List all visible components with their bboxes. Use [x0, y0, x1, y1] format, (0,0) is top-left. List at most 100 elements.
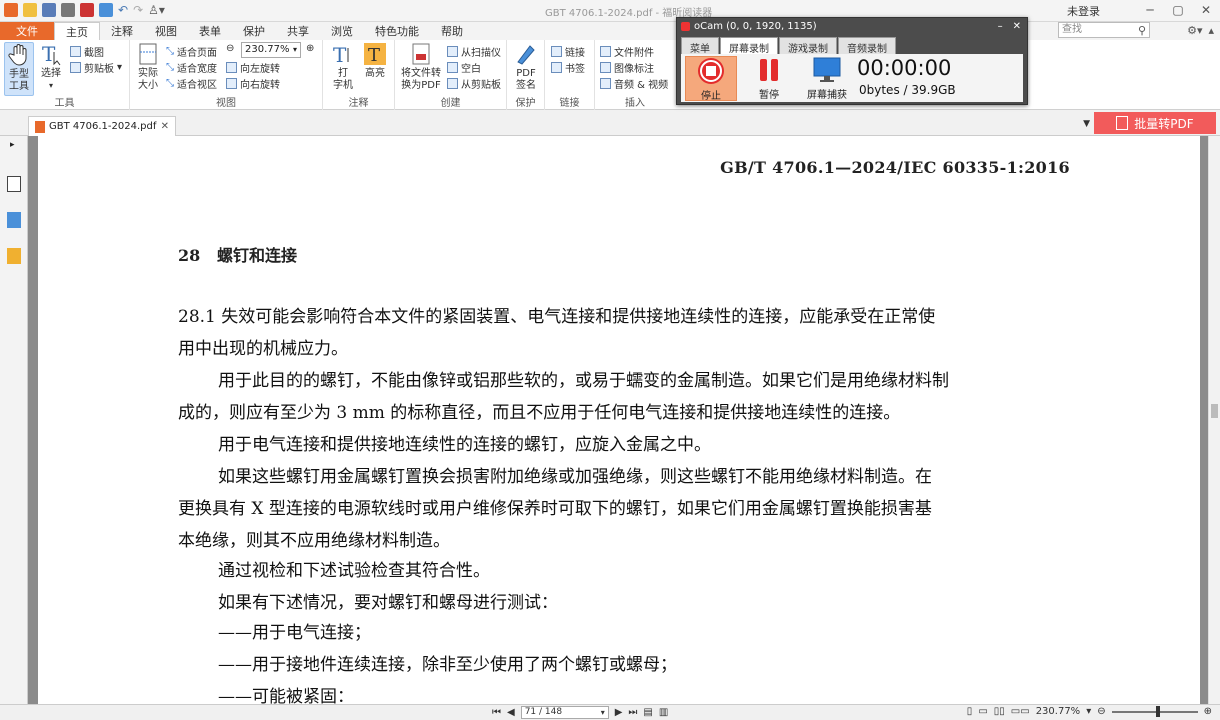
fit-page-icon: ⤡	[166, 46, 174, 57]
zoom-dropdown-icon[interactable]: ▾	[1086, 706, 1091, 717]
actual-size-button[interactable]: 实际 大小	[134, 42, 162, 92]
tab-form[interactable]: 表单	[188, 22, 232, 40]
batch-convert-pdf-button[interactable]: 批量转PDF	[1094, 112, 1216, 134]
quick-access-toolbar: ↶ ↷ ♙▾	[4, 3, 165, 17]
comments-icon[interactable]	[7, 248, 21, 264]
document-tab[interactable]: GBT 4706.1-2024.pdf ✕	[28, 116, 176, 136]
from-clipboard-button[interactable]: 从剪贴板	[447, 76, 501, 91]
file-attachment-button[interactable]: 文件附件	[600, 44, 654, 59]
fit-page-button[interactable]: ⤡ 适合页面	[166, 44, 217, 59]
last-page-icon[interactable]: ⏭	[628, 707, 637, 718]
open-folder-icon[interactable]	[23, 3, 37, 17]
close-icon[interactable]: ✕	[1192, 0, 1220, 20]
two-continuous-icon[interactable]: ▭▭	[1011, 706, 1030, 717]
pause-button[interactable]: 暂停	[743, 56, 795, 101]
new-window-icon[interactable]	[99, 3, 113, 17]
zoom-input[interactable]: 230.77% ▾	[241, 42, 301, 58]
first-page-icon[interactable]: ⏮	[492, 707, 501, 718]
app-logo-icon[interactable]	[4, 3, 18, 17]
page-thumbnail-icon[interactable]	[7, 176, 21, 192]
facing-view-icon[interactable]: ▥	[659, 707, 668, 718]
ribbon-collapse-icon[interactable]: ▴	[1208, 24, 1214, 37]
link-button[interactable]: 链接	[551, 44, 585, 59]
print-icon[interactable]	[61, 3, 75, 17]
camera-icon	[70, 46, 81, 57]
tab-share[interactable]: 共享	[276, 22, 320, 40]
fit-width-button[interactable]: ⤡ 适合宽度	[166, 60, 217, 75]
page-navigation: ⏮ ◀ 71 / 148 ▶ ⏭ ▤ ▥	[492, 706, 668, 719]
login-button[interactable]: 未登录	[1059, 2, 1108, 20]
pdf-icon[interactable]	[80, 3, 94, 17]
body-line-1: 28.1 失效可能会影响符合本文件的紧固装置、电气连接和提供接地连续性的连接，应…	[178, 307, 936, 327]
undo-icon[interactable]: ↶	[118, 3, 128, 17]
search-icon[interactable]: ⚲	[1138, 24, 1146, 37]
audio-video-label: 音频 & 视频	[614, 80, 669, 91]
from-scanner-button[interactable]: 从扫描仪	[447, 44, 501, 59]
typewriter-button[interactable]: T 打 字机	[329, 42, 357, 92]
ocam-close-icon[interactable]: ✕	[1013, 21, 1021, 32]
clipboard-button[interactable]: 剪贴板 ▾	[70, 60, 122, 75]
rotate-right-button[interactable]: 向右旋转	[226, 76, 280, 91]
settings-icon[interactable]: ⚙▾	[1187, 24, 1202, 37]
tab-features[interactable]: 特色功能	[364, 22, 430, 40]
ocam-minimize-icon[interactable]: –	[998, 21, 1003, 32]
body-line-11: ——用于电气连接；	[218, 623, 371, 643]
from-clipboard-label: 从剪贴板	[461, 80, 501, 91]
left-sidebar: ▸	[0, 136, 28, 704]
image-annotation-button[interactable]: 图像标注	[600, 60, 654, 75]
screen-capture-button[interactable]: 屏幕捕获	[801, 56, 853, 101]
hand-tool-button[interactable]: 手型 工具	[4, 42, 34, 96]
search-input[interactable]: 查找	[1058, 22, 1150, 38]
status-zoom-value: 230.77%	[1035, 706, 1081, 717]
stop-button[interactable]: 停止	[685, 56, 737, 102]
tab-view[interactable]: 视图	[144, 22, 188, 40]
tab-help[interactable]: 帮助	[430, 22, 474, 40]
next-page-icon[interactable]: ▶	[615, 707, 623, 718]
continuous-view-icon[interactable]: ▤	[643, 707, 652, 718]
tab-home[interactable]: 主页	[54, 22, 100, 40]
continuous-page-icon[interactable]: ▭	[978, 706, 987, 717]
highlight-button[interactable]: T 高亮	[361, 42, 389, 80]
screenshot-button[interactable]: 截图	[70, 44, 104, 59]
stamp-icon[interactable]: ♙▾	[148, 3, 165, 17]
layers-icon[interactable]	[7, 212, 21, 228]
redo-icon[interactable]: ↷	[133, 3, 143, 17]
single-page-icon[interactable]: ▯	[967, 706, 973, 717]
zoom-slider[interactable]	[1111, 705, 1198, 717]
document-viewer[interactable]: GB/T 4706.1—2024/IEC 60335-1:2016 28 螺钉和…	[28, 136, 1208, 704]
pdf-sign-button[interactable]: PDF 签名	[511, 42, 541, 92]
vertical-scrollbar[interactable]	[1208, 136, 1220, 704]
convert-to-pdf-button[interactable]: 将文件转 换为PDF	[399, 42, 443, 92]
blank-button[interactable]: 空白	[447, 60, 481, 75]
previous-page-icon[interactable]: ◀	[507, 707, 515, 718]
zoom-in-icon[interactable]: ⊕	[306, 43, 314, 54]
tab-file[interactable]: 文件	[0, 22, 54, 40]
rotate-left-button[interactable]: 向左旋转	[226, 60, 280, 75]
tab-protect[interactable]: 保护	[232, 22, 276, 40]
status-zoom-in-icon[interactable]: ⊕	[1204, 706, 1212, 717]
tab-comment[interactable]: 注释	[100, 22, 144, 40]
status-zoom-out-icon[interactable]: ⊖	[1097, 706, 1105, 717]
audio-video-button[interactable]: 音频 & 视频	[600, 76, 668, 91]
two-page-icon[interactable]: ▯▯	[994, 706, 1005, 717]
fit-visible-button[interactable]: ⤡ 适合视区	[166, 76, 217, 91]
title-bar: ↶ ↷ ♙▾ GBT 4706.1-2024.pdf - 福昕阅读器 ─ ▢ ✕	[0, 0, 1220, 22]
zoom-out-icon[interactable]: ⊖	[226, 43, 234, 54]
from-scanner-label: 从扫描仪	[461, 48, 501, 59]
select-button[interactable]: T 选择 ▾	[38, 42, 64, 92]
maximize-icon[interactable]: ▢	[1164, 0, 1192, 20]
close-tab-icon[interactable]: ✕	[161, 121, 169, 132]
bookmark-button[interactable]: 书签	[551, 60, 585, 75]
zoom-slider-knob[interactable]	[1155, 705, 1160, 717]
bookmark-label: 书签	[565, 64, 585, 75]
tab-browse[interactable]: 浏览	[320, 22, 364, 40]
tab-list-dropdown-icon[interactable]: ▼	[1083, 119, 1090, 129]
scrollbar-thumb[interactable]	[1211, 404, 1218, 418]
group-links: 链接 书签 链接	[545, 40, 595, 110]
page-number-input[interactable]: 71 / 148	[520, 706, 609, 719]
rotate-left-icon	[226, 62, 237, 73]
save-icon[interactable]	[42, 3, 56, 17]
minimize-icon[interactable]: ─	[1136, 0, 1164, 20]
group-comment: T 打 字机 T 高亮 注释	[323, 40, 395, 110]
expand-panel-icon[interactable]: ▸	[10, 140, 15, 150]
